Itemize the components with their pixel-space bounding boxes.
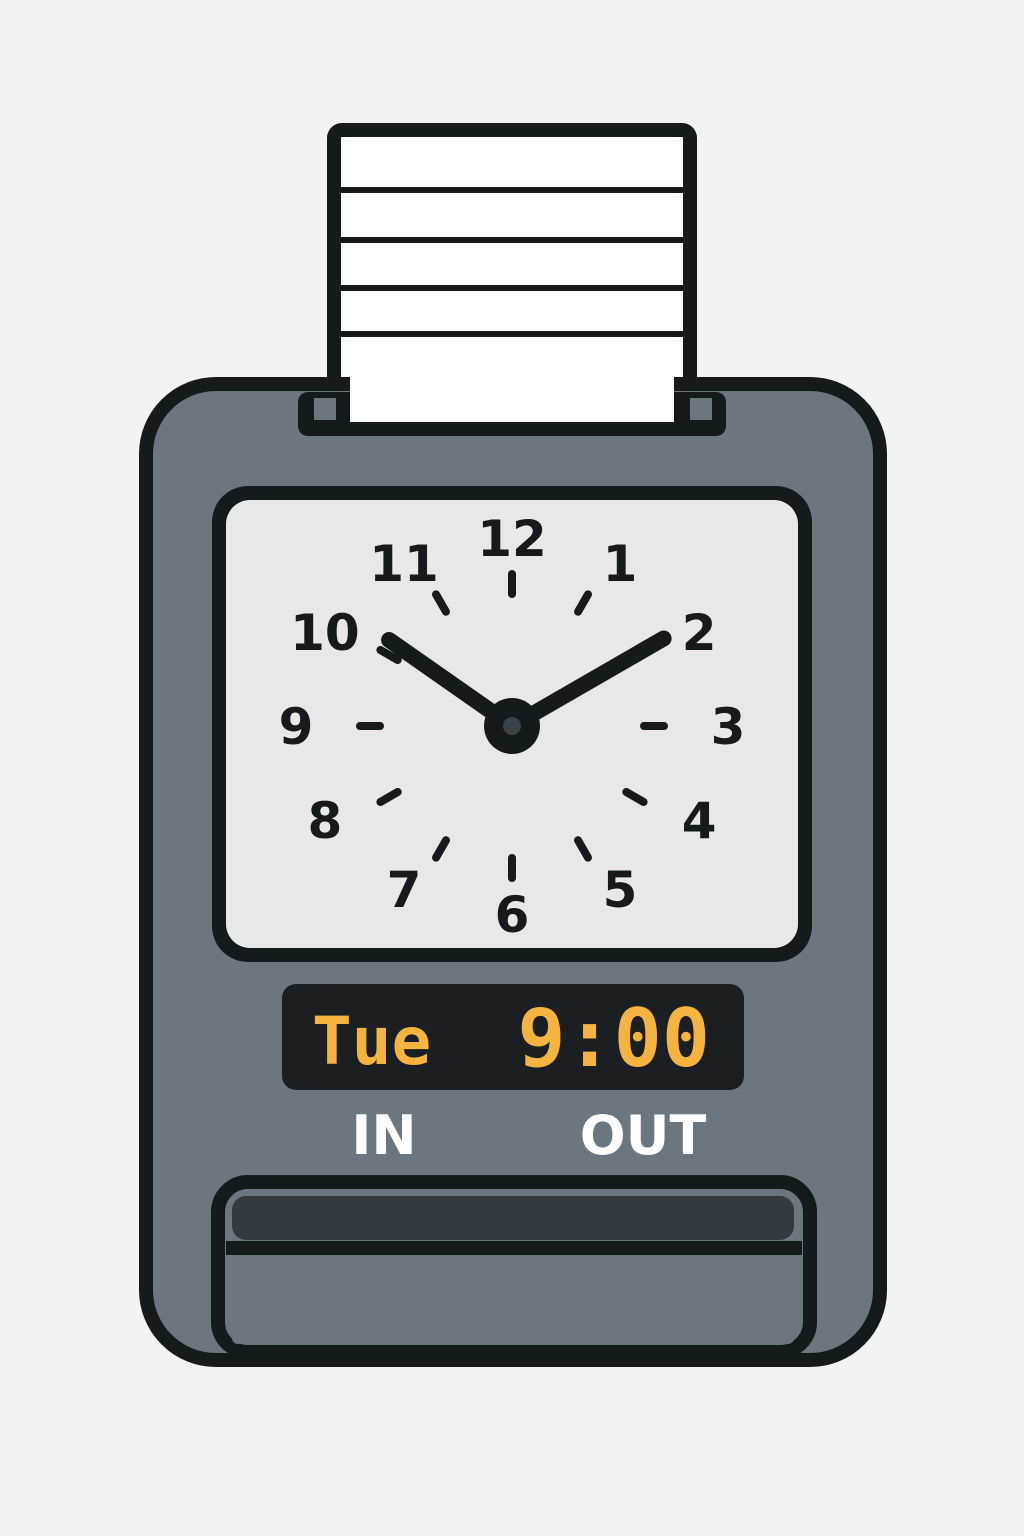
label-out: OUT [580, 1104, 707, 1167]
clock-numeral: 3 [711, 698, 746, 756]
display-time: 9:00 [517, 992, 710, 1085]
display-day: Tue [312, 1003, 431, 1080]
clock-numeral: 12 [477, 510, 547, 568]
clock-numeral: 2 [682, 604, 717, 662]
clock-numeral: 1 [603, 535, 638, 593]
clock-numeral: 4 [682, 792, 717, 850]
clock-numeral: 11 [369, 535, 439, 593]
clock-numeral: 10 [290, 604, 360, 662]
card-slot-left-tab [314, 398, 336, 420]
clock-numeral: 9 [279, 698, 314, 756]
time-clock-illustration: 12 1 2 3 4 5 6 7 8 9 10 11 Tue 9:00 IN OUT [0, 0, 1024, 1536]
clock-numeral: 7 [387, 861, 422, 919]
clock-numeral: 8 [308, 792, 343, 850]
card-tray[interactable] [211, 1175, 817, 1359]
card-tray-front [232, 1256, 794, 1344]
clock-numeral: 5 [603, 861, 638, 919]
time-clock-drawing: 12 12 3 45 6 78 9 1011 Tue 9:00 IN OUT [139, 123, 887, 1367]
card-in-slot [350, 360, 674, 422]
clock-center-pin [503, 717, 521, 735]
clock-numeral: 6 [495, 886, 530, 944]
card-tray-opening [232, 1196, 794, 1240]
card-slot-right-tab [690, 398, 712, 420]
label-in: IN [351, 1104, 416, 1167]
